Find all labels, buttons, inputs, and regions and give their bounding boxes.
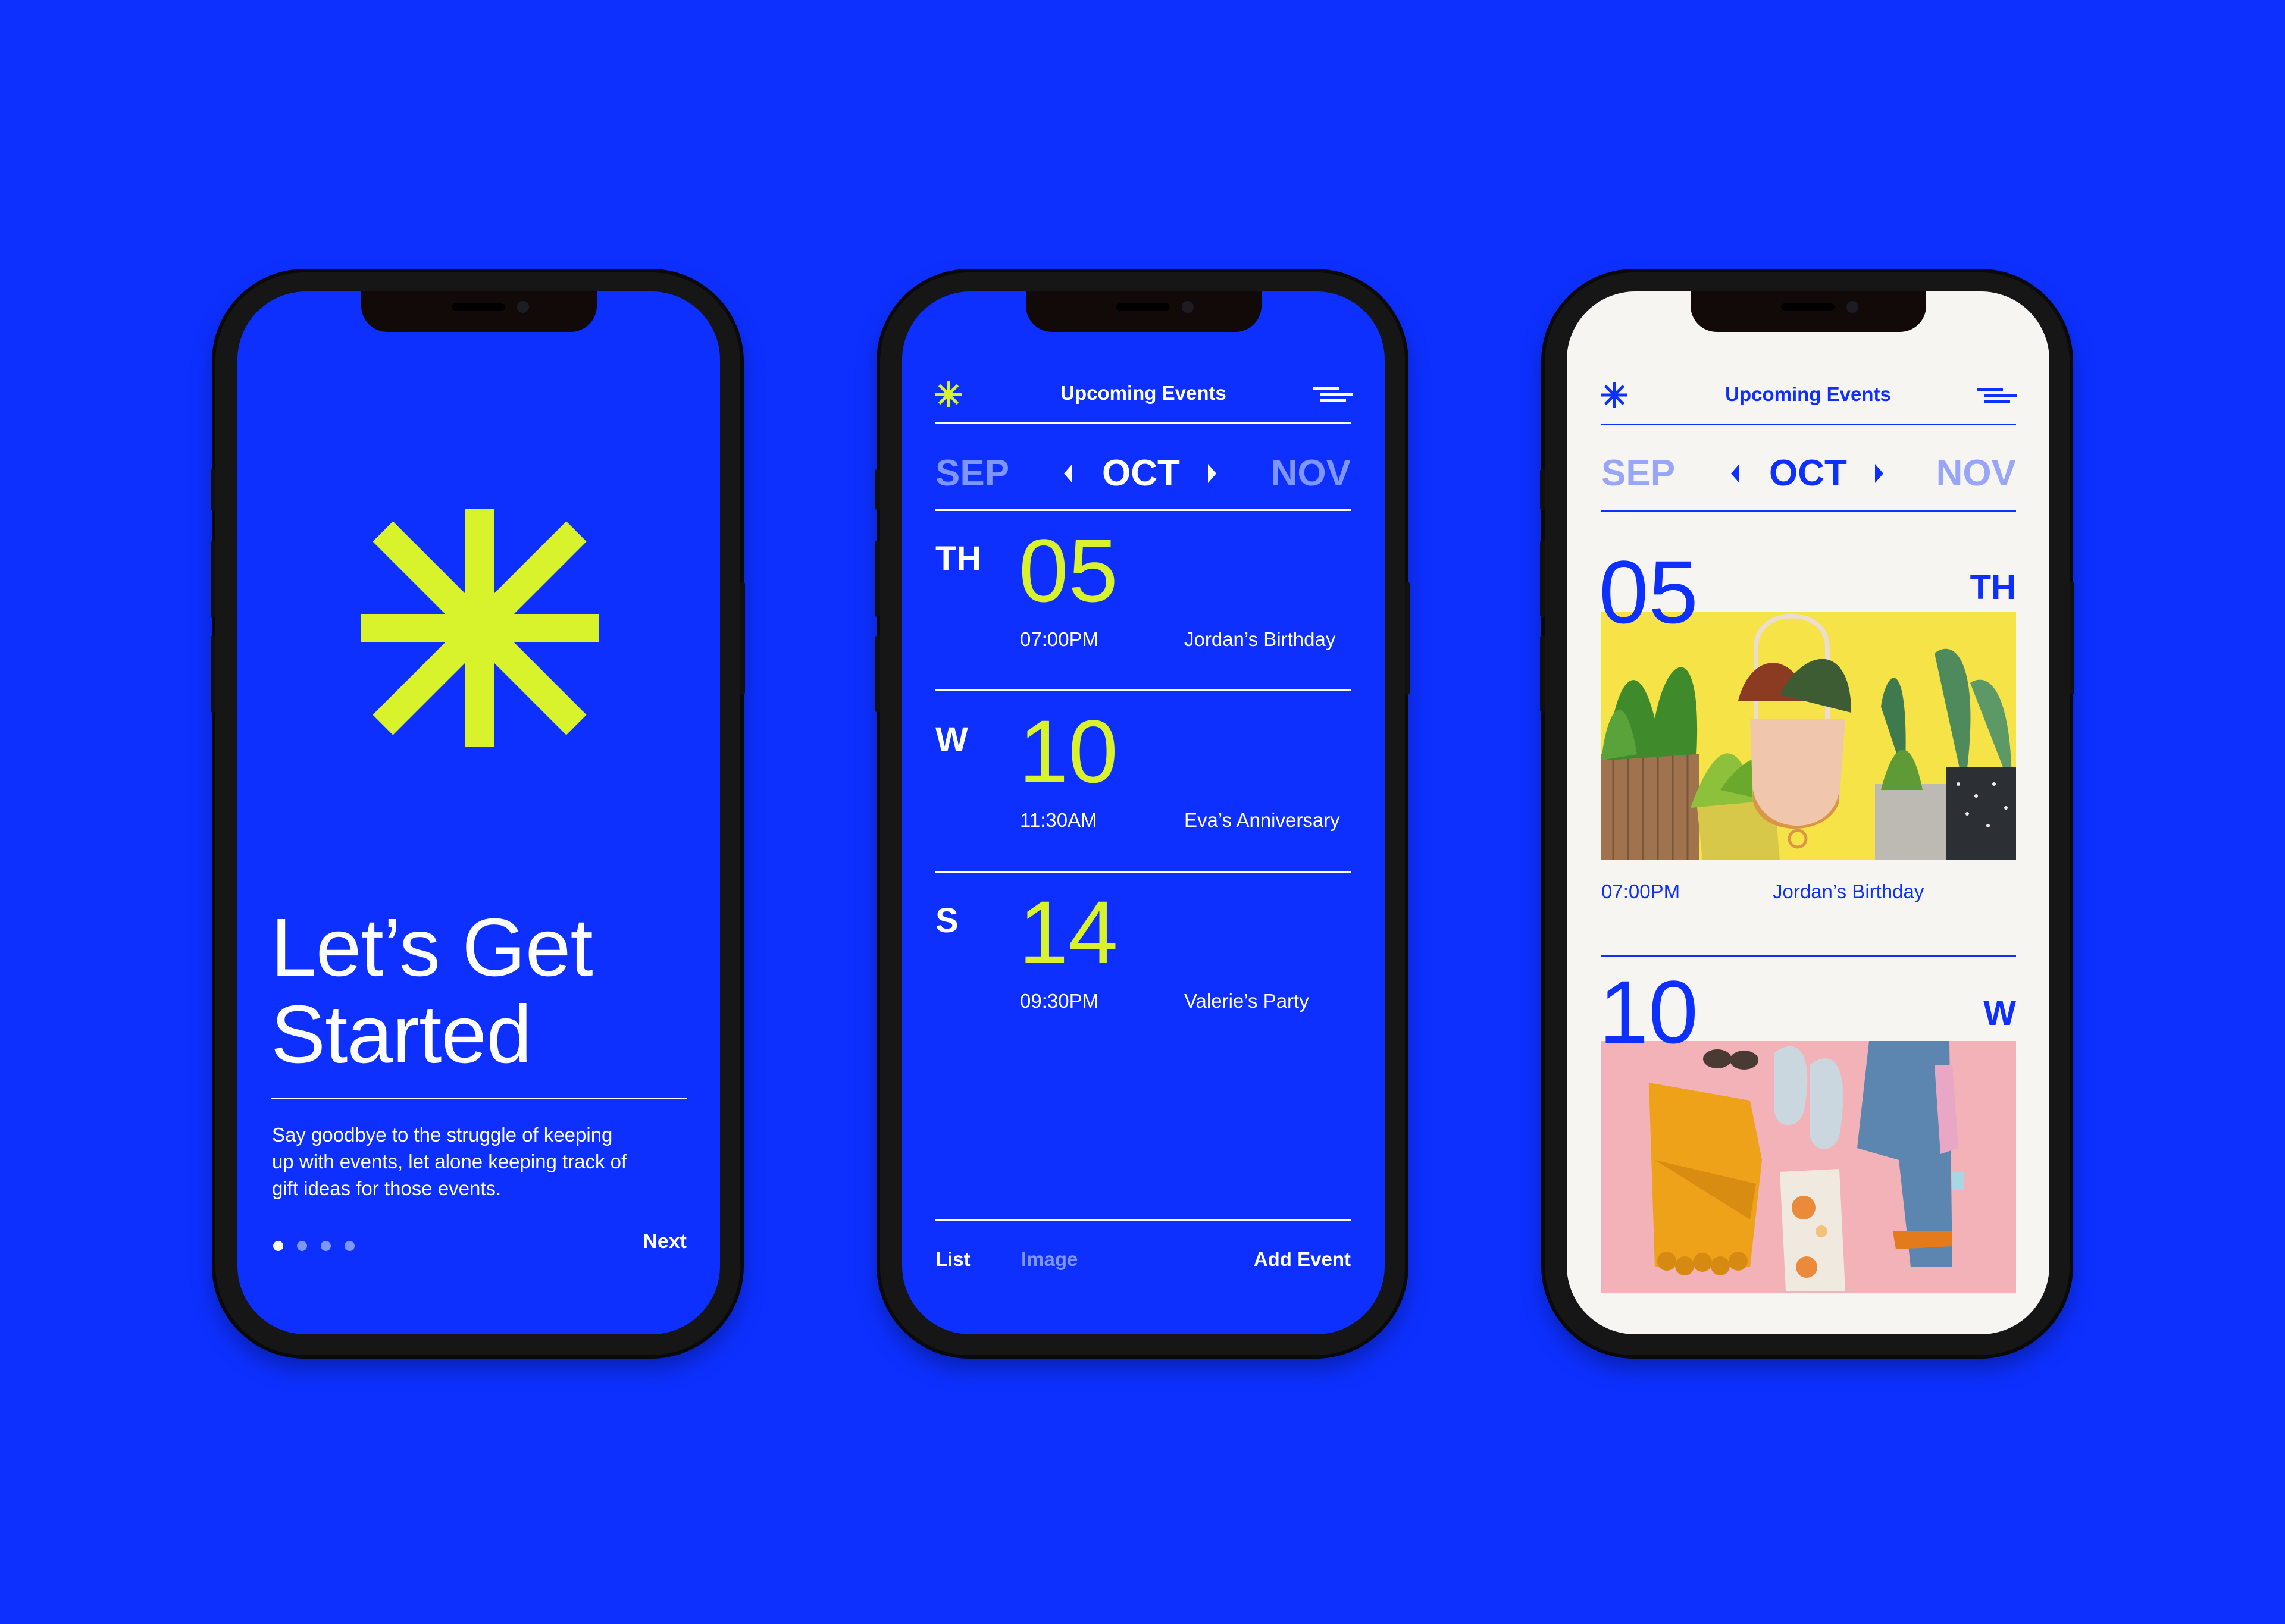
event-day: 10	[1019, 701, 1118, 801]
event-time: 07:00PM	[1601, 880, 1680, 902]
event-name: Eva’s Anniversary	[1184, 809, 1340, 831]
onboarding-description: Say goodbye to the struggle of keeping u…	[272, 1121, 627, 1202]
event-card[interactable]: 10 W	[1567, 962, 2049, 1303]
page-dot[interactable]	[345, 1241, 355, 1251]
asterisk-icon	[361, 509, 599, 747]
event-weekday: S	[935, 901, 959, 940]
event-weekday: W	[1983, 994, 2016, 1033]
month-next[interactable]: NOV	[1271, 452, 1351, 494]
outfit-flatlay-photo	[1601, 1041, 2016, 1293]
months-divider	[935, 509, 1351, 511]
description-line: Say goodbye to the struggle of keeping	[272, 1124, 613, 1146]
chevron-left-icon[interactable]	[1731, 464, 1739, 483]
event-day: 05	[1599, 542, 1698, 642]
divider	[271, 1098, 687, 1099]
tab-image[interactable]: Image	[1021, 1248, 1078, 1271]
notch	[361, 291, 597, 332]
event-card[interactable]: 05 TH 07:00PM Jordan’s Birthday	[1567, 541, 2049, 902]
event-weekday: TH	[935, 540, 982, 578]
next-button[interactable]: Next	[643, 1230, 687, 1253]
power-button	[1405, 582, 1410, 695]
footer-divider	[935, 1219, 1351, 1221]
phone-onboarding: Let’s Get Started Say goodbye to the str…	[211, 272, 745, 1355]
month-prev[interactable]: SEP	[1601, 452, 1675, 494]
image-screen: Upcoming Events SEP OCT NOV 05 TH 07:00P…	[1567, 291, 2049, 1334]
chevron-left-icon[interactable]	[1064, 464, 1072, 483]
phone-list-view: Upcoming Events SEP OCT NOV TH 05 07:00P…	[875, 272, 1410, 1355]
event-name: Jordan’s Birthday	[1184, 628, 1336, 650]
tab-list[interactable]: List	[935, 1248, 971, 1271]
event-row[interactable]: W 10 11:30AM Eva’s Anniversary	[902, 698, 1385, 877]
event-name: Jordan’s Birthday	[1773, 880, 1924, 902]
volume-up-button	[875, 540, 880, 617]
page-dot-active[interactable]	[273, 1241, 283, 1251]
power-button	[2070, 582, 2074, 695]
title-line-2: Started	[271, 989, 532, 1080]
notch	[1025, 291, 1262, 332]
title-line-1: Let’s Get	[271, 902, 593, 993]
volume-down-button	[875, 635, 880, 713]
month-next[interactable]: NOV	[1936, 452, 2016, 494]
onboarding-title: Let’s Get Started	[271, 904, 593, 1078]
event-time: 09:30PM	[1020, 990, 1099, 1012]
header-divider	[935, 422, 1351, 424]
month-current: OCT	[1102, 453, 1180, 494]
event-time: 11:30AM	[1020, 809, 1097, 831]
event-time: 07:00PM	[1020, 628, 1099, 650]
volume-up-button	[1540, 540, 1545, 617]
event-divider	[935, 871, 1351, 873]
page-dot[interactable]	[321, 1241, 331, 1251]
add-event-button[interactable]: Add Event	[1254, 1248, 1351, 1271]
side-button	[211, 469, 215, 510]
plants-photo	[1601, 612, 2016, 860]
pagination-dots	[273, 1241, 355, 1251]
side-button	[875, 469, 880, 510]
event-weekday: W	[935, 720, 968, 759]
event-day: 14	[1019, 882, 1118, 982]
header-divider	[1601, 424, 2016, 425]
event-name: Valerie’s Party	[1184, 990, 1309, 1012]
event-day: 05	[1019, 521, 1118, 620]
event-divider	[1601, 955, 2016, 957]
description-line: up with events, let alone keeping track …	[272, 1150, 627, 1172]
page-dot[interactable]	[297, 1241, 307, 1251]
event-weekday: TH	[1970, 568, 2016, 607]
volume-up-button	[211, 540, 215, 617]
months-divider	[1601, 510, 2016, 512]
chevron-right-icon[interactable]	[1875, 464, 1883, 483]
month-prev[interactable]: SEP	[935, 452, 1009, 494]
description-line: gift ideas for those events.	[272, 1177, 502, 1199]
power-button	[740, 582, 745, 695]
event-row[interactable]: TH 05 07:00PM Jordan’s Birthday	[902, 518, 1385, 696]
onboarding-screen: Let’s Get Started Say goodbye to the str…	[237, 291, 720, 1334]
side-button	[1540, 469, 1545, 510]
list-screen: Upcoming Events SEP OCT NOV TH 05 07:00P…	[902, 291, 1385, 1334]
event-divider	[935, 689, 1351, 691]
event-day: 10	[1599, 962, 1698, 1062]
chevron-right-icon[interactable]	[1208, 464, 1216, 483]
month-current: OCT	[1769, 453, 1847, 494]
volume-down-button	[1540, 635, 1545, 713]
menu-icon[interactable]	[1313, 387, 1353, 403]
notch	[1690, 291, 1926, 332]
phone-image-view: Upcoming Events SEP OCT NOV 05 TH 07:00P…	[1540, 272, 2074, 1355]
menu-icon[interactable]	[1977, 388, 2017, 404]
volume-down-button	[211, 635, 215, 713]
event-row[interactable]: S 14 09:30PM Valerie’s Party	[902, 879, 1385, 1058]
